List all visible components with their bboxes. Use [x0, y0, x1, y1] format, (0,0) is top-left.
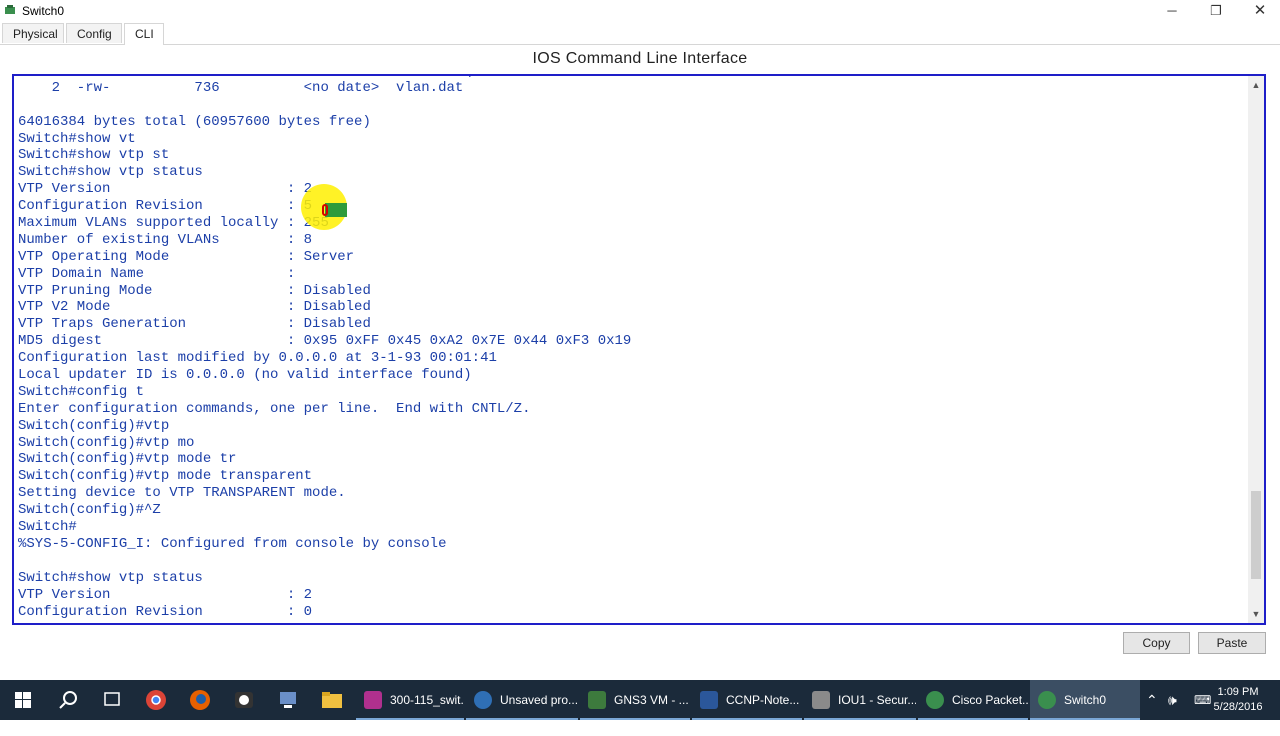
- terminal-line: Configuration last modified by 0.0.0.0 a…: [18, 350, 497, 367]
- word-icon: [700, 691, 718, 709]
- minimize-button[interactable]: ─: [1150, 0, 1194, 22]
- cli-heading: IOS Command Line Interface: [532, 50, 748, 67]
- terminal-line: Configuration Revision : 0: [18, 603, 313, 620]
- terminal-line: VTP Traps Generation : Disabled: [18, 316, 371, 333]
- terminal-line: Switch#show vtp status: [18, 569, 203, 586]
- terminal-output[interactable]: 1 -rw- 3058048 <no date> c2950-i6q4l2-mz…: [18, 76, 648, 620]
- terminal-line: Switch(config)#vtp mode tr: [18, 451, 237, 468]
- title-bar: Switch0 ─ ❐ ✕: [0, 0, 1280, 22]
- task-view-icon[interactable]: [90, 680, 134, 720]
- terminal-line: VTP Pruning Mode : Disabled: [18, 282, 371, 299]
- taskbar-app-packet-tracer[interactable]: Cisco Packet...: [918, 680, 1028, 720]
- scroll-up-arrow-icon[interactable]: ▲: [1248, 78, 1264, 92]
- taskbar-app-word[interactable]: CCNP-Note...: [692, 680, 802, 720]
- tab-config[interactable]: Config: [66, 23, 122, 43]
- maximize-button[interactable]: ❐: [1194, 0, 1238, 22]
- terminal-line: %SYS-5-CONFIG_I: Configured from console…: [18, 535, 447, 552]
- terminal-line: MD5 digest : 0x95 0xFF 0x45 0xA2 0x7E 0x…: [18, 333, 632, 350]
- close-button[interactable]: ✕: [1238, 0, 1280, 22]
- terminal-line: 2 -rw- 736 <no date> vlan.dat: [18, 79, 464, 96]
- scroll-down-arrow-icon[interactable]: ▼: [1248, 607, 1264, 621]
- terminal-line: Switch(config)#vtp: [18, 417, 170, 434]
- terminal-app-icon: [812, 691, 830, 709]
- terminal-line: Switch#show vt: [18, 130, 136, 147]
- clock-time: 1:09 PM: [1217, 686, 1259, 698]
- taskbar-app-label: Unsaved pro...: [500, 693, 578, 707]
- firefox-icon[interactable]: [178, 680, 222, 720]
- terminal-line: 64016384 bytes total (60957600 bytes fre…: [18, 113, 371, 130]
- taskbar-app-iou[interactable]: IOU1 - Secur...: [804, 680, 916, 720]
- search-icon[interactable]: [46, 680, 90, 720]
- gns3-icon: [588, 691, 606, 709]
- terminal-line: Switch#show vtp st: [18, 147, 170, 164]
- scrollbar-thumb[interactable]: [1251, 491, 1261, 579]
- camera-app-icon[interactable]: [222, 680, 266, 720]
- terminal-line: Switch(config)#vtp mode transparent: [18, 468, 313, 485]
- network-app-icon[interactable]: [266, 680, 310, 720]
- terminal-line: Setting device to VTP TRANSPARENT mode.: [18, 485, 346, 502]
- packet-tracer-icon: [5, 5, 15, 14]
- taskbar-app-gns3[interactable]: GNS3 VM - ...: [580, 680, 690, 720]
- app-icon: [474, 691, 492, 709]
- terminal-line: VTP Version : 2: [18, 586, 313, 603]
- start-button[interactable]: [0, 680, 46, 720]
- mouse-cursor-icon: [322, 204, 328, 216]
- taskbar-app-switch0[interactable]: Switch0: [1030, 680, 1140, 720]
- show-hidden-icons-icon[interactable]: ⌃: [1146, 680, 1158, 720]
- packet-tracer-icon: [1038, 691, 1056, 709]
- terminal-line: Switch(config)#vtp mo: [18, 434, 195, 451]
- terminal-line: Switch#show vtp status: [18, 164, 203, 181]
- terminal-line: VTP Domain Name :: [18, 265, 296, 282]
- taskbar-app-label: Switch0: [1064, 693, 1107, 707]
- copy-button[interactable]: Copy: [1123, 632, 1190, 654]
- windows-logo-icon: [15, 692, 31, 708]
- paste-button[interactable]: Paste: [1198, 632, 1266, 654]
- tab-cli[interactable]: CLI: [124, 23, 164, 45]
- terminal-line: Switch#config t: [18, 383, 145, 400]
- taskbar-app-label: GNS3 VM - ...: [614, 693, 689, 707]
- terminal-line: Switch#: [18, 519, 77, 536]
- terminal-line: Number of existing VLANs : 8: [18, 231, 313, 248]
- chrome-icon[interactable]: [134, 680, 178, 720]
- taskbar-app-label: Cisco Packet...: [952, 693, 1028, 707]
- terminal-line: Enter configuration commands, one per li…: [18, 400, 531, 417]
- taskbar-app-label: IOU1 - Secur...: [838, 693, 916, 707]
- cli-terminal[interactable]: 1 -rw- 3058048 <no date> c2950-i6q4l2-mz…: [12, 74, 1266, 625]
- terminal-scrollbar[interactable]: ▲ ▼: [1248, 76, 1264, 623]
- clock-date: 5/28/2016: [1213, 701, 1263, 713]
- file-explorer-icon[interactable]: [310, 680, 354, 720]
- taskbar-app-pdf[interactable]: 300-115_swit...: [356, 680, 464, 720]
- tab-physical[interactable]: Physical: [2, 23, 64, 43]
- terminal-viewport[interactable]: 1 -rw- 3058048 <no date> c2950-i6q4l2-mz…: [18, 76, 1246, 623]
- tab-bar: Physical Config CLI: [0, 22, 1280, 45]
- taskbar-app-label: 300-115_swit...: [390, 693, 464, 707]
- terminal-line: VTP Operating Mode : Server: [18, 248, 355, 265]
- terminal-line: VTP V2 Mode : Disabled: [18, 299, 371, 316]
- system-clock[interactable]: 1:09 PM 5/28/2016: [1208, 685, 1268, 715]
- taskbar: 300-115_swit... Unsaved pro... GNS3 VM -…: [0, 680, 1280, 720]
- terminal-line: Switch(config)#^Z: [18, 502, 161, 519]
- packet-tracer-icon: [926, 691, 944, 709]
- volume-icon[interactable]: 🕪: [1168, 680, 1177, 720]
- pdf-app-icon: [364, 691, 382, 709]
- terminal-line: Local updater ID is 0.0.0.0 (no valid in…: [18, 367, 472, 384]
- taskbar-app-label: CCNP-Note...: [726, 693, 800, 707]
- taskbar-app-unsaved[interactable]: Unsaved pro...: [466, 680, 578, 720]
- text-selection: [325, 203, 347, 217]
- window-title: Switch0: [22, 4, 65, 18]
